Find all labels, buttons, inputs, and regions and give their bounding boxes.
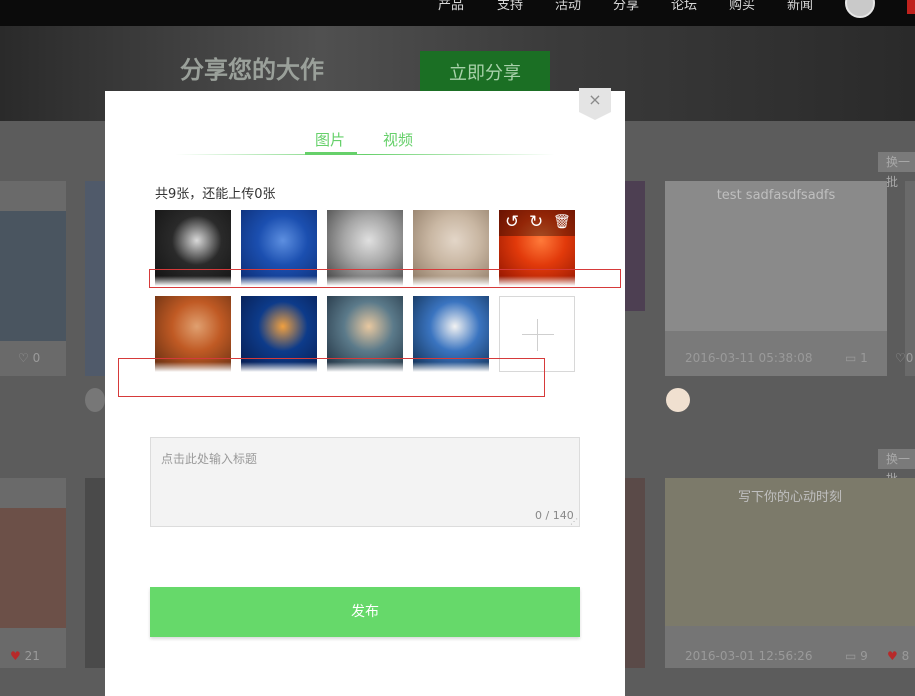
image-thumb[interactable] — [413, 296, 489, 372]
corner-badge — [907, 0, 915, 14]
thumb-fade — [155, 362, 231, 372]
tab-divider — [175, 154, 555, 155]
card-date: 2016-03-01 12:56:26 — [685, 649, 813, 663]
comment-count: ▭ 1 — [845, 351, 868, 365]
upload-modal: × 图片 视频 共9张，还能上传0张 ↺ ↻ 🗑 0 / 140 ⋰ 发布 — [105, 88, 625, 696]
nav-item-products[interactable]: 产品 — [438, 0, 464, 13]
publish-button[interactable]: 发布 — [150, 587, 580, 637]
thumb-fade — [155, 276, 231, 286]
like-count: ♡ 0 — [18, 351, 40, 365]
thumb-fade — [241, 276, 317, 286]
nav-item-share[interactable]: 分享 — [613, 0, 639, 13]
rotate-right-icon[interactable]: ↻ — [529, 212, 543, 232]
comment-icon[interactable]: ▭ — [845, 351, 856, 365]
gallery-card[interactable] — [85, 478, 105, 668]
thumb-fade — [413, 276, 489, 286]
thumb-fade — [327, 276, 403, 286]
image-thumb-selected[interactable]: ↺ ↻ 🗑 — [499, 210, 575, 286]
char-counter: 0 / 140 — [535, 509, 574, 522]
nav-item-events[interactable]: 活动 — [555, 0, 581, 13]
card-title: 写下你的心动时刻 — [737, 490, 842, 505]
like-count-value: 8 — [901, 649, 910, 663]
nav-item-support[interactable]: 支持 — [497, 0, 523, 13]
title-input[interactable] — [150, 437, 580, 527]
thumb-fade — [327, 362, 403, 372]
add-image-button[interactable] — [499, 296, 575, 372]
comment-count-value: 9 — [860, 649, 868, 663]
thumb-toolbar: ↺ ↻ 🗑 — [499, 210, 575, 236]
image-thumb[interactable] — [155, 210, 231, 286]
close-icon[interactable]: × — [579, 90, 611, 110]
banner-title: 分享您的大作 — [180, 56, 324, 84]
like-count: ♡0 — [895, 351, 913, 365]
top-navbar: 产品 支持 活动 分享 论坛 购买 新闻 — [0, 0, 915, 26]
nav-item-news[interactable]: 新闻 — [787, 0, 813, 13]
avatar — [85, 388, 105, 412]
nav-item-buy[interactable]: 购买 — [729, 0, 755, 13]
rotate-left-icon[interactable]: ↺ — [505, 212, 519, 232]
image-thumb[interactable] — [241, 296, 317, 372]
card-title: test sadfasdfsadfs — [716, 188, 836, 203]
thumb-fade — [499, 276, 575, 286]
heart-icon[interactable]: ♡ — [18, 351, 29, 365]
swap-batch-button[interactable]: 换一批 — [878, 449, 915, 486]
thumb-fade — [241, 362, 317, 372]
card-image — [665, 181, 887, 331]
image-thumb[interactable] — [327, 296, 403, 372]
comment-count-value: 1 — [860, 351, 868, 365]
active-tab-indicator — [305, 152, 357, 155]
card-date: 2016-03-11 05:38:08 — [685, 351, 813, 365]
plus-icon — [522, 334, 554, 335]
like-count-value: 0 — [32, 351, 41, 365]
tab-images[interactable]: 图片 — [315, 129, 345, 150]
heart-icon[interactable]: ♥ — [887, 649, 898, 663]
comment-icon[interactable]: ▭ — [845, 649, 856, 663]
image-thumb[interactable] — [155, 296, 231, 372]
plus-icon — [537, 319, 538, 351]
upload-count-text: 共9张，还能上传0张 — [155, 187, 276, 202]
close-tab[interactable]: × — [579, 88, 611, 120]
resize-grip-icon[interactable]: ⋰ — [570, 517, 578, 526]
heart-icon[interactable]: ♥ — [10, 649, 21, 663]
thumb-fade — [413, 362, 489, 372]
swap-batch-button[interactable]: 换一批 — [878, 152, 915, 189]
gallery-card[interactable] — [905, 181, 915, 376]
gallery-card[interactable] — [85, 181, 105, 376]
image-thumb[interactable] — [327, 210, 403, 286]
like-count-value: 0 — [905, 351, 914, 365]
avatar — [666, 388, 690, 412]
gallery-card[interactable] — [625, 478, 645, 668]
like-count: ♥ 21 — [10, 649, 40, 663]
like-count: ♥ 8 — [887, 649, 909, 663]
gallery-card[interactable] — [625, 181, 645, 311]
comment-count: ▭ 9 — [845, 649, 868, 663]
like-count-value: 21 — [24, 649, 40, 663]
tab-videos[interactable]: 视频 — [383, 129, 413, 150]
nav-item-forum[interactable]: 论坛 — [671, 0, 697, 13]
heart-icon[interactable]: ♡ — [895, 351, 906, 365]
card-image — [0, 508, 66, 628]
image-thumb[interactable] — [413, 210, 489, 286]
card-image — [0, 211, 66, 341]
image-thumb[interactable] — [241, 210, 317, 286]
trash-icon[interactable]: 🗑 — [553, 212, 571, 232]
user-avatar[interactable] — [845, 0, 875, 18]
